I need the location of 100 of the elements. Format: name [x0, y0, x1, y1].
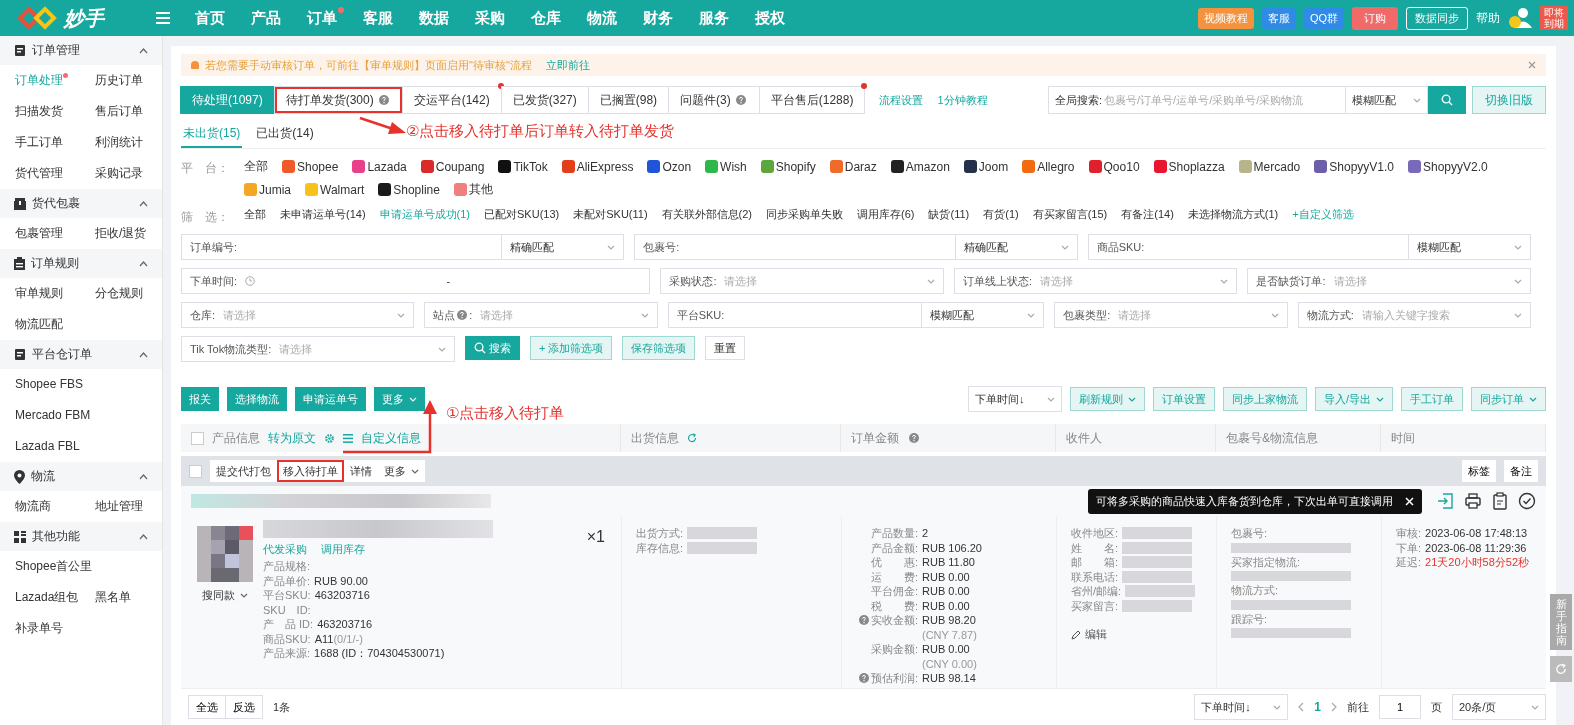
- platform-filter[interactable]: Joom: [963, 159, 1009, 174]
- platform-filter[interactable]: 全部: [244, 158, 268, 175]
- row-tool-button[interactable]: 备注: [1504, 460, 1538, 482]
- import-icon[interactable]: [1436, 492, 1454, 510]
- status-tab[interactable]: 问题件(3): [668, 86, 760, 114]
- sidebar-item[interactable]: Shopee FBS: [0, 369, 84, 400]
- status-filter[interactable]: 未申请运单号(14): [280, 207, 366, 222]
- sidebar-item[interactable]: 物流匹配: [0, 309, 80, 340]
- refresh-icon[interactable]: [687, 433, 697, 443]
- refresh-button[interactable]: [1550, 656, 1572, 682]
- gear-icon[interactable]: [324, 432, 335, 444]
- sidebar-item[interactable]: 货代管理: [0, 158, 80, 189]
- checkbox[interactable]: [191, 431, 204, 445]
- select-all-button[interactable]: 全选: [188, 695, 226, 719]
- status-tab[interactable]: 交运平台(142): [401, 86, 502, 114]
- platform-filter[interactable]: Shoplazza: [1153, 159, 1225, 174]
- platform-filter[interactable]: Shopline: [378, 182, 440, 197]
- input-field[interactable]: 包裹号:: [634, 234, 956, 260]
- page-input[interactable]: 1: [1379, 695, 1421, 719]
- status-filter[interactable]: 未选择物流方式(1): [1187, 207, 1279, 222]
- sidebar-group-header[interactable]: 其他功能: [0, 522, 162, 551]
- platform-filter[interactable]: 其他: [453, 181, 493, 198]
- sidebar-item[interactable]: Lazada FBL: [0, 431, 80, 462]
- check-circle-icon[interactable]: [1518, 492, 1536, 510]
- platform-filter[interactable]: Amazon: [890, 159, 950, 174]
- edit-link[interactable]: 编辑: [1085, 627, 1107, 642]
- sort-select[interactable]: 下单时间↓: [967, 386, 1062, 412]
- status-tab[interactable]: 已搁置(98): [587, 86, 670, 114]
- select-field[interactable]: 采购状态: 请选择: [660, 268, 944, 294]
- sidebar-item[interactable]: 利润统计: [80, 127, 160, 158]
- status-tab[interactable]: 已发货(327): [500, 86, 589, 114]
- platform-filter[interactable]: Shopee: [282, 159, 339, 174]
- status-filter[interactable]: 有买家留言(15): [1032, 207, 1108, 222]
- match-select[interactable]: 精确匹配: [955, 234, 1078, 260]
- sidebar-group-header[interactable]: 物流: [0, 462, 162, 491]
- sidebar-item[interactable]: Lazada组包: [0, 582, 80, 613]
- platform-filter[interactable]: Walmart: [305, 182, 365, 197]
- invert-selection-button[interactable]: 反选: [225, 695, 263, 719]
- page-size-select[interactable]: 20条/页: [1452, 694, 1546, 720]
- sidebar-item[interactable]: 拒收/退货: [80, 218, 160, 249]
- status-filter[interactable]: 已配对SKU(13): [484, 207, 560, 222]
- status-filter[interactable]: 有货(1): [983, 207, 1019, 222]
- match-select[interactable]: 模糊匹配: [1409, 234, 1531, 260]
- row-tool-button[interactable]: 标签: [1462, 460, 1496, 482]
- status-filter[interactable]: 未配对SKU(11): [573, 207, 648, 222]
- status-tab[interactable]: 平台售后(1288): [758, 86, 866, 114]
- select-field[interactable]: 是否缺货订单: 请选择: [1247, 268, 1531, 294]
- platform-filter[interactable]: ShopyyV1.0: [1314, 159, 1394, 174]
- status-filter[interactable]: 同步采购单失败: [766, 207, 844, 222]
- menu-icon[interactable]: [156, 12, 170, 24]
- checkbox[interactable]: [189, 464, 202, 478]
- sidebar-item[interactable]: 售后订单: [80, 96, 160, 127]
- next-page-icon[interactable]: [1331, 702, 1337, 712]
- date-range-field[interactable]: 下单时间: -: [181, 268, 651, 294]
- platform-filter[interactable]: Ozon: [647, 159, 692, 174]
- platform-filter[interactable]: Daraz: [829, 159, 877, 174]
- sidebar-item[interactable]: 手工订单: [0, 127, 80, 158]
- sidebar-item[interactable]: 分仓规则: [80, 278, 160, 309]
- sidebar-group-header[interactable]: 订单管理: [0, 36, 162, 65]
- sort-select[interactable]: 下单时间↓: [1194, 694, 1289, 720]
- sidebar-item[interactable]: 历史订单: [80, 65, 160, 96]
- status-filter[interactable]: 有备注(14): [1121, 207, 1174, 222]
- select-field[interactable]: 包裹类型: 请选择: [1054, 302, 1288, 328]
- sidebar-item[interactable]: Mercado FBM: [0, 400, 91, 431]
- select-field[interactable]: Tik Tok物流类型: 请选择: [181, 336, 455, 362]
- row-action-button[interactable]: 移入待打单: [277, 460, 344, 482]
- platform-filter[interactable]: ShopyyV2.0: [1408, 159, 1488, 174]
- status-filter[interactable]: 有关联外部信息(2): [661, 207, 753, 222]
- status-filter[interactable]: 全部: [244, 207, 266, 222]
- clipboard-icon[interactable]: [1492, 492, 1508, 510]
- sidebar-item[interactable]: 审单规则: [0, 278, 80, 309]
- sidebar-item[interactable]: 黑名单: [80, 582, 160, 613]
- status-tab[interactable]: 待打单发货(300): [273, 86, 403, 114]
- input-field[interactable]: 平台SKU:: [667, 302, 923, 328]
- sidebar-item[interactable]: 地址管理: [80, 491, 160, 522]
- input-field[interactable]: 商品SKU:: [1087, 234, 1409, 260]
- platform-filter[interactable]: TikTok: [498, 159, 548, 174]
- match-select[interactable]: 精确匹配: [502, 234, 625, 260]
- select-field[interactable]: 物流方式: 请输入关键字搜索: [1297, 302, 1531, 328]
- platform-filter[interactable]: Jumia: [244, 182, 291, 197]
- chat-button[interactable]: QQ群: [1303, 7, 1344, 29]
- reset-button[interactable]: 重置: [705, 336, 746, 360]
- sidebar-group-header[interactable]: 订单规则: [0, 249, 162, 278]
- sidebar-item[interactable]: 补录单号: [0, 613, 80, 644]
- sidebar-item[interactable]: 包裹管理: [0, 218, 80, 249]
- sidebar-item[interactable]: 扫描发货: [0, 96, 80, 127]
- sidebar-item[interactable]: Shopee首公里: [0, 551, 93, 582]
- print-icon[interactable]: [1464, 492, 1482, 510]
- search-button[interactable]: [1428, 86, 1466, 114]
- status-filter[interactable]: 调用库存(6): [857, 207, 915, 222]
- platform-filter[interactable]: Qoo10: [1088, 159, 1140, 174]
- platform-filter[interactable]: AliExpress: [561, 159, 634, 174]
- find-similar-link[interactable]: 搜同款: [202, 588, 248, 603]
- select-field[interactable]: 站点 : 请选择: [424, 302, 658, 328]
- platform-filter[interactable]: Lazada: [352, 159, 407, 174]
- platform-filter[interactable]: Mercado: [1238, 159, 1301, 174]
- select-field[interactable]: 订单线上状态: 请选择: [953, 268, 1238, 294]
- user-icon[interactable]: [1508, 7, 1532, 29]
- platform-filter[interactable]: Wish: [705, 159, 747, 174]
- chat-button[interactable]: 客服: [1261, 7, 1296, 29]
